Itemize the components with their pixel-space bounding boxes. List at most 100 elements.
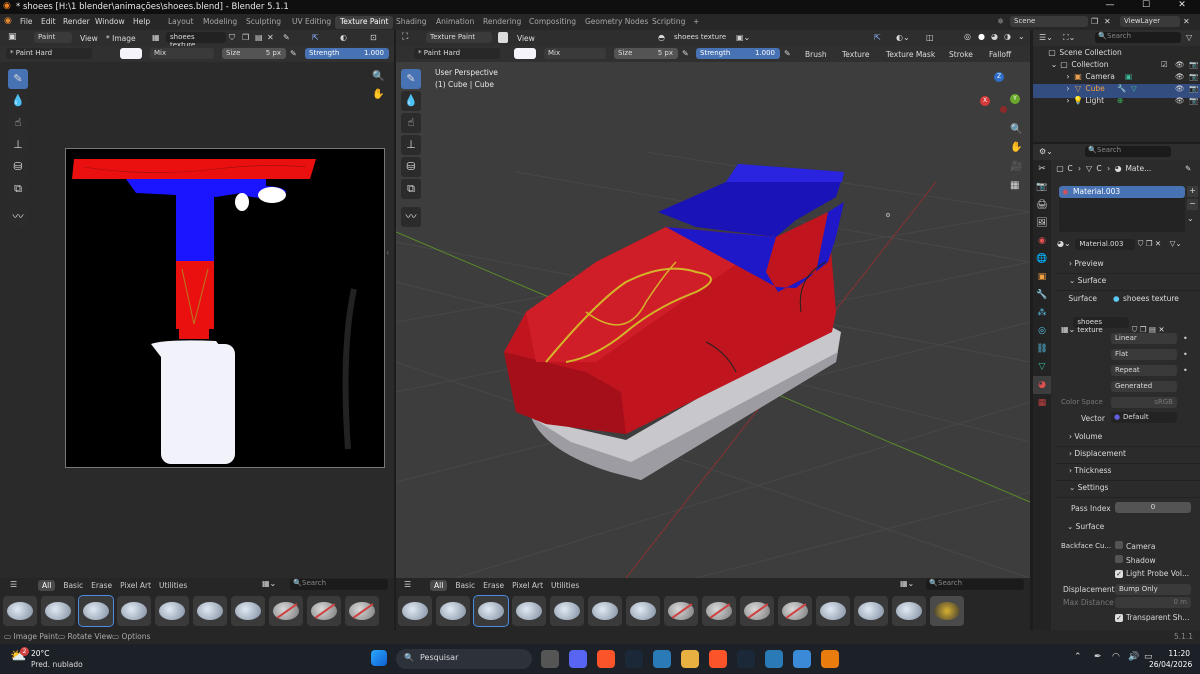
fake-user-icon[interactable]: ⛉ xyxy=(1138,239,1144,248)
viewport-shelf-search[interactable]: 🔍 Search xyxy=(926,579,1024,590)
material-link-icon[interactable]: ▽⌄ xyxy=(1170,239,1182,248)
maximize-button[interactable]: ☐ xyxy=(1128,0,1164,14)
checkbox-checked-icon[interactable]: ✓ xyxy=(1115,614,1123,622)
eraser-brush-thumb[interactable] xyxy=(702,596,736,626)
fake-user-icon[interactable]: ⛉ xyxy=(229,33,235,43)
viewport-strength-pressure-icon[interactable]: ✎ xyxy=(784,49,791,58)
image-browse-icon[interactable]: ▦ xyxy=(152,33,160,42)
brush-thumb[interactable] xyxy=(626,596,660,626)
image-browse-icon[interactable]: ▦⌄ xyxy=(1061,325,1075,335)
tool-fill-icon[interactable]: ⛁ xyxy=(8,157,28,177)
vp-shelf-view-icon[interactable]: ▦⌄ xyxy=(900,579,914,588)
checkbox-icon[interactable]: ☑ xyxy=(1161,60,1168,69)
brush-thumb[interactable] xyxy=(231,596,265,626)
modifier-tab-icon[interactable]: 🔧 xyxy=(1033,286,1051,304)
brush-thumb[interactable] xyxy=(3,596,37,626)
eraser-brush-thumb[interactable] xyxy=(664,596,698,626)
viewport-menu-view[interactable]: View xyxy=(517,34,535,43)
vscode-icon[interactable] xyxy=(653,650,671,668)
zoom-icon[interactable]: 🔍 xyxy=(372,71,384,82)
viewport-color-swatch[interactable] xyxy=(514,48,536,59)
viewport-menu-texture[interactable]: Texture xyxy=(842,50,869,59)
viewport-blend-dropdown[interactable]: Mix xyxy=(544,48,606,59)
workspace-layout[interactable]: Layout xyxy=(163,16,199,29)
pass-index-field[interactable]: 0 xyxy=(1115,502,1191,513)
constraints-tab-icon[interactable]: ⛓ xyxy=(1033,340,1051,358)
menu-render[interactable]: Render xyxy=(63,17,90,26)
checkbox-checked-icon[interactable]: ✓ xyxy=(1115,570,1123,578)
workspace-texture-paint[interactable]: Texture Paint xyxy=(335,16,394,29)
tool-soften-icon[interactable]: 💧 xyxy=(8,91,28,111)
viewport-size-field[interactable]: Size 5 px xyxy=(614,48,678,59)
vp-shelf-tab-all[interactable]: All xyxy=(430,580,448,591)
pan-hand-icon[interactable]: ✋ xyxy=(372,89,384,100)
viewport-overlay-icon[interactable]: ◐⌄ xyxy=(896,33,910,42)
overlay-icon[interactable]: ◐ xyxy=(340,33,347,42)
object-tab-icon[interactable]: ▣ xyxy=(1033,268,1051,286)
brush-thumb-active[interactable] xyxy=(473,595,509,627)
menu-help[interactable]: Help xyxy=(133,17,150,26)
viewport-scene[interactable] xyxy=(396,62,1030,578)
camera-render-icon[interactable]: 📷 xyxy=(1189,84,1198,93)
eraser-brush-thumb[interactable] xyxy=(269,596,303,626)
viewport-texture-slot[interactable]: shoees texture xyxy=(670,32,732,43)
app-icon[interactable] xyxy=(765,650,783,668)
light-probe-checkbox[interactable]: ✓ Light Probe Vol... xyxy=(1115,569,1189,578)
checkbox-box[interactable] xyxy=(1115,555,1123,563)
eraser-brush-thumb[interactable] xyxy=(307,596,341,626)
brush-thumb[interactable] xyxy=(512,596,546,626)
output-tab-icon[interactable]: 🖨 xyxy=(1033,196,1051,214)
brush-thumb[interactable] xyxy=(892,596,926,626)
workspace-shading[interactable]: Shading xyxy=(391,16,431,29)
brush-thumb[interactable] xyxy=(155,596,189,626)
pin-icon[interactable]: ✎ xyxy=(283,33,290,42)
editor-type-icon[interactable]: ▣ xyxy=(8,32,17,42)
remove-slot-button[interactable]: − xyxy=(1187,199,1198,210)
expand-icon[interactable]: ⌄ xyxy=(1049,60,1059,70)
navigation-gizmo[interactable]: Z Y X xyxy=(974,72,1020,118)
add-workspace-button[interactable]: + xyxy=(688,16,704,29)
viewport-paint-mask-toggle[interactable] xyxy=(498,32,508,43)
texture-canvas[interactable] xyxy=(65,148,385,468)
file-explorer-icon[interactable] xyxy=(681,650,699,668)
outliner-type-icon[interactable]: ☰⌄ xyxy=(1039,33,1053,42)
texture-brush-thumb[interactable] xyxy=(930,596,964,626)
brave-icon[interactable] xyxy=(597,650,615,668)
viewport-menu-brush[interactable]: Brush xyxy=(805,50,827,59)
preview-panel[interactable]: › Preview xyxy=(1055,259,1200,274)
projection-dropdown[interactable]: Flat xyxy=(1111,349,1177,360)
vp-shelf-tab-erase[interactable]: Erase xyxy=(483,581,504,590)
displacement-method-dropdown[interactable]: Bump Only xyxy=(1115,584,1191,595)
shading-material-icon[interactable]: ◕ xyxy=(991,32,998,41)
viewport-pan-icon[interactable]: ✋ xyxy=(1010,142,1022,153)
eye-icon[interactable]: 👁 xyxy=(1175,96,1185,105)
viewport-size-pressure-icon[interactable]: ✎ xyxy=(682,49,689,58)
photos-icon[interactable] xyxy=(793,650,811,668)
transform-orientation-icon[interactable]: ⇱ xyxy=(874,33,881,42)
brush-thumb[interactable] xyxy=(436,596,470,626)
pen-icon[interactable]: ✒ xyxy=(1094,652,1102,662)
workspace-compositing[interactable]: Compositing xyxy=(524,16,581,29)
interpolation-dropdown[interactable]: Linear xyxy=(1111,333,1177,344)
camera-checkbox[interactable]: Camera xyxy=(1115,541,1155,551)
outliner-light[interactable]: › 💡 Light ⊕ 👁 📷 xyxy=(1063,96,1199,110)
shadow-checkbox[interactable]: Shadow xyxy=(1115,555,1156,565)
camera-view-icon[interactable]: 🎥 xyxy=(1010,161,1022,172)
expand-icon[interactable]: › xyxy=(1063,96,1073,106)
tool-tab-icon[interactable]: ✂ xyxy=(1033,160,1051,178)
properties-type-icon[interactable]: ⚙⌄ xyxy=(1039,147,1053,156)
material-browse-icon[interactable]: ◕⌄ xyxy=(1057,239,1071,249)
taskbar-date[interactable]: 26/04/2026 xyxy=(1149,660,1192,669)
blender-menu-icon[interactable]: ◉ xyxy=(4,16,12,26)
task-view-icon[interactable] xyxy=(541,650,559,668)
viewport-slot-dropdown-icon[interactable]: ▣⌄ xyxy=(736,33,750,42)
expand-icon[interactable]: › xyxy=(1063,72,1073,82)
vp-shelf-menu-icon[interactable]: ☰ xyxy=(404,580,411,589)
viewport-menu-falloff[interactable]: Falloff xyxy=(989,50,1011,59)
render-tab-icon[interactable]: 📷 xyxy=(1033,178,1051,196)
outliner-filter-icon[interactable]: ⛶⌄ xyxy=(1063,33,1075,43)
image-menu-image[interactable]: * Image xyxy=(106,34,136,43)
eye-icon[interactable]: 👁 xyxy=(1175,72,1185,81)
shading-solid-icon[interactable]: ● xyxy=(978,32,985,41)
view-layer-close-icon[interactable]: ✕ xyxy=(1183,17,1190,26)
